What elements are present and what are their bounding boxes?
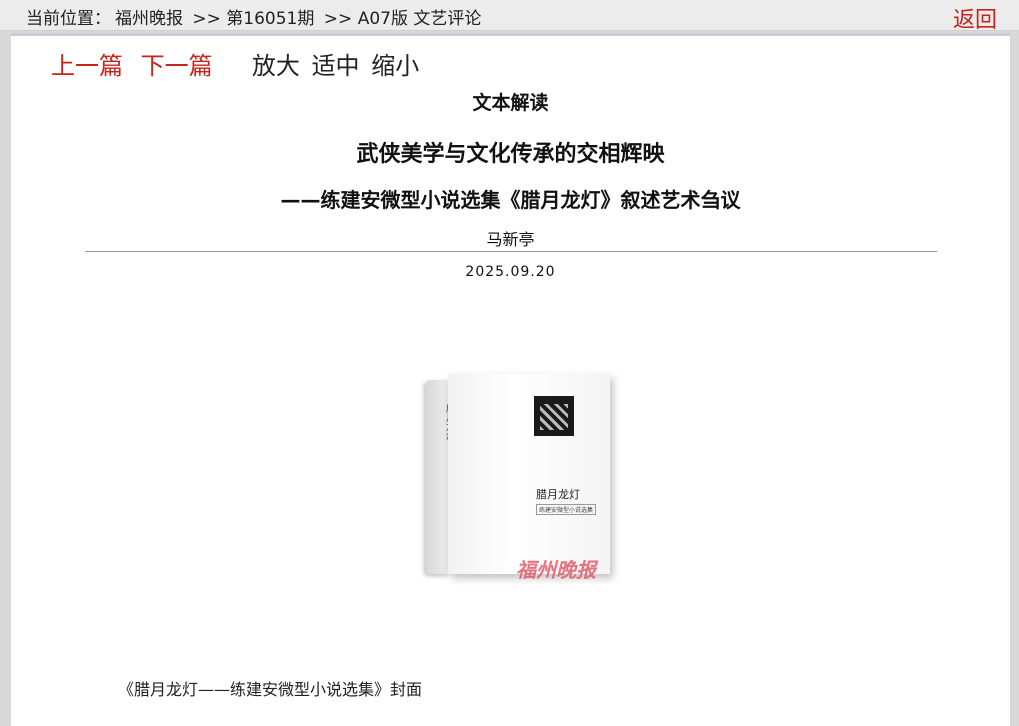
zoom-in-link[interactable]: 放大 <box>252 52 300 80</box>
cover-subtitle: 练建安微型小说选集 <box>536 504 597 515</box>
zoom-out-link[interactable]: 缩小 <box>371 52 419 80</box>
zoom-fit-link[interactable]: 适中 <box>312 52 360 80</box>
breadcrumb-section[interactable]: >> A07版 文艺评论 <box>324 9 482 29</box>
title-divider <box>85 251 937 252</box>
book-cover-image: 腊月龙灯 腊月龙灯 练建安微型小说选集 福州晚报 <box>416 374 616 586</box>
article-nav: 上一篇 下一篇 放大 适中 缩小 <box>51 46 423 81</box>
breadcrumb-issue[interactable]: >> 第16051期 <box>192 9 314 29</box>
cover-papercut-art <box>534 396 574 436</box>
top-bar: 当前位置： 福州晚报 >> 第16051期 >> A07版 文艺评论 返回 <box>0 0 1019 34</box>
prev-article-link[interactable]: 上一篇 <box>51 52 123 80</box>
article-author: 马新亭 <box>486 230 535 249</box>
cover-title: 腊月龙灯 <box>536 488 580 501</box>
article-frame: 上一篇 下一篇 放大 适中 缩小 文本解读 武侠美学与文化传承的交相辉映 ——练… <box>11 33 1010 726</box>
article-subtitle: ——练建安微型小说选集《腊月龙灯》叙述艺术刍议 <box>280 188 741 212</box>
next-article-link[interactable]: 下一篇 <box>141 52 213 80</box>
back-link[interactable]: 返回 <box>953 2 997 34</box>
newspaper-watermark: 福州晚报 <box>516 558 596 582</box>
breadcrumb-newspaper[interactable]: 福州晚报 <box>115 9 183 29</box>
book-front-cover <box>448 374 610 574</box>
article-date: 2025.09.20 <box>465 264 556 280</box>
image-caption: 《腊月龙灯——练建安微型小说选集》封面 <box>118 680 423 699</box>
breadcrumb-prefix: 当前位置： <box>26 9 111 29</box>
breadcrumb: 当前位置： 福州晚报 >> 第16051期 >> A07版 文艺评论 <box>26 4 485 29</box>
article-title: 武侠美学与文化传承的交相辉映 <box>356 142 665 167</box>
book-spine: 腊月龙灯 <box>426 380 454 574</box>
column-label: 文本解读 <box>472 92 549 114</box>
